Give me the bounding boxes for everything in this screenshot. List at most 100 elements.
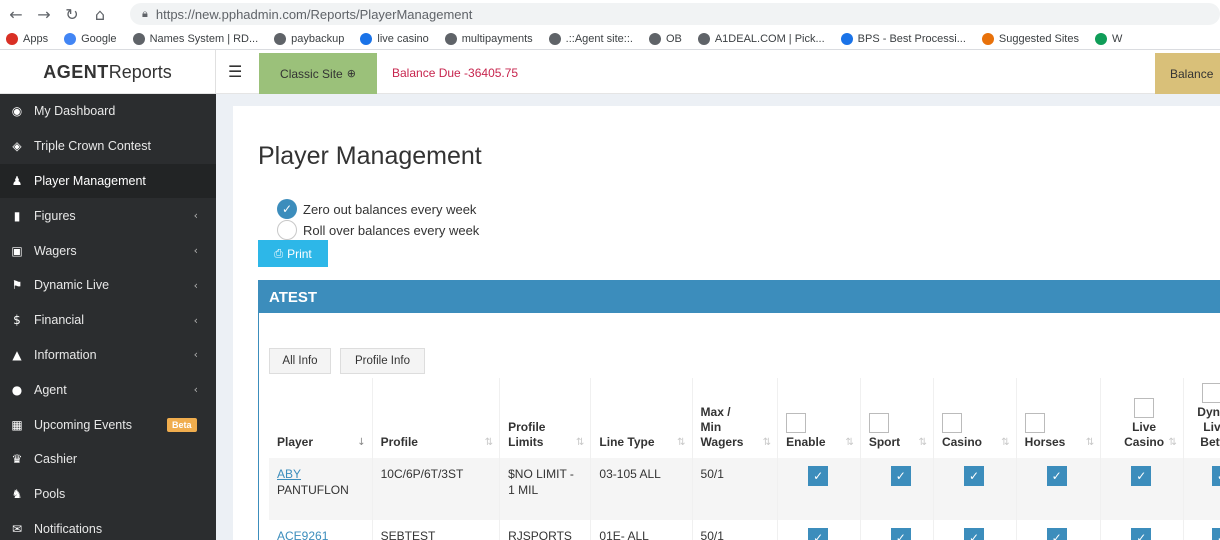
sidebar-item-cashier[interactable]: ♛ Cashier xyxy=(0,442,216,477)
sort-icon[interactable]: ⇅ xyxy=(763,435,771,450)
sidebar-item-dynamic-live[interactable]: ⚑ Dynamic Live ‹ xyxy=(0,268,216,303)
header-profile[interactable]: Profile ⇅ xyxy=(372,378,501,458)
bookmark-item[interactable]: live casino xyxy=(360,32,429,45)
all-info-button[interactable]: All Info xyxy=(269,348,331,374)
bookmark-label: Suggested Sites xyxy=(998,32,1079,45)
bookmarks-bar: Apps Google Names System | RD... paybackup l… xyxy=(0,28,1220,50)
header-enable[interactable]: Enable ⇅ xyxy=(777,378,861,458)
header-dynamic-live[interactable]: DynaLivBett xyxy=(1183,378,1220,458)
bookmark-item[interactable]: paybackup xyxy=(274,32,345,45)
table-row: ABY PANTUFLON 10C/6P/6T/3ST $NO LIMIT - 1 … xyxy=(269,458,1220,520)
radio-zero-label: Zero out balances every week xyxy=(303,201,477,217)
profile-info-button[interactable]: Profile Info xyxy=(340,348,425,374)
sort-asc-icon[interactable]: ↓ xyxy=(357,435,365,450)
sport-checkbox-checked[interactable]: ✓ xyxy=(890,528,911,540)
sidebar-item-agent[interactable]: ● Agent ‹ xyxy=(0,372,216,407)
select-all-enable-checkbox[interactable] xyxy=(786,413,807,433)
balance-button[interactable]: Balance xyxy=(1155,53,1220,94)
sidebar-item-my-dashboard[interactable]: ◉ My Dashboard xyxy=(0,94,216,129)
back-arrow-icon[interactable]: ← xyxy=(4,2,28,26)
address-bar[interactable]: 🔒︎ https://new.pphadmin.com/Reports/Play… xyxy=(130,3,1220,25)
enable-checkbox-checked[interactable]: ✓ xyxy=(808,528,829,540)
bookmark-favicon-icon xyxy=(548,32,561,45)
sidebar-item-player-management[interactable]: ♟ Player Management xyxy=(0,163,216,199)
sidebar-item-label: My Dashboard xyxy=(34,104,116,119)
bookmark-favicon-icon xyxy=(132,32,145,45)
bookmark-item[interactable]: BPS - Best Processi... xyxy=(840,32,966,45)
header-profile-limits[interactable]: Profile Limits ⇅ xyxy=(499,378,592,458)
bookmark-label: paybackup xyxy=(291,32,345,45)
bookmark-item[interactable]: Suggested Sites xyxy=(981,32,1079,45)
player-link[interactable]: ABY xyxy=(277,467,301,481)
select-all-sport-checkbox[interactable] xyxy=(868,413,889,433)
player-link[interactable]: ACE9261 xyxy=(277,529,328,540)
select-all-horses-checkbox[interactable] xyxy=(1024,413,1045,433)
sidebar-item-information[interactable]: ▲ Information ‹ xyxy=(0,338,216,373)
radio-unchecked-icon[interactable] xyxy=(277,220,297,240)
sort-icon[interactable]: ⇅ xyxy=(1169,435,1177,450)
sort-icon[interactable]: ⇅ xyxy=(845,435,853,450)
live-casino-checkbox-checked[interactable]: ✓ xyxy=(1131,528,1152,540)
sidebar-item-wagers[interactable]: ▣ Wagers ‹ xyxy=(0,233,216,268)
sort-icon[interactable]: ⇅ xyxy=(677,435,685,450)
diamond-icon: ◈ xyxy=(12,139,22,154)
header-player[interactable]: Player ↓ xyxy=(269,378,373,458)
logo[interactable]: AGENT Reports xyxy=(0,50,216,94)
select-all-casino-checkbox[interactable] xyxy=(941,413,962,433)
header-casino[interactable]: Casino ⇅ xyxy=(933,378,1017,458)
sidebar-item-financial[interactable]: $ Financial ‹ xyxy=(0,303,216,338)
select-all-live-casino-checkbox[interactable] xyxy=(1134,398,1155,418)
sort-icon[interactable]: ⇅ xyxy=(1001,435,1009,450)
chevron-left-icon: ‹ xyxy=(193,278,198,292)
cell-horses: ✓ xyxy=(1016,520,1102,540)
sidebar-item-pools[interactable]: ♞ Pools xyxy=(0,477,216,512)
horses-checkbox-checked[interactable]: ✓ xyxy=(1046,528,1067,540)
print-button[interactable]: ⎙ Print xyxy=(258,240,328,267)
dynamic-checkbox-checked[interactable]: ✓ xyxy=(1211,528,1220,540)
select-all-dynamic-checkbox[interactable] xyxy=(1201,383,1220,403)
reload-icon[interactable]: ↻ xyxy=(60,2,84,26)
bookmark-label: W xyxy=(1112,32,1123,45)
sidebar-item-notifications[interactable]: ✉ Notifications xyxy=(0,512,216,540)
radio-roll-over[interactable]: Roll over balances every week xyxy=(277,220,479,240)
header-live-line1: Live xyxy=(1132,420,1157,434)
hamburger-menu-icon[interactable]: ☰ xyxy=(228,62,242,81)
radio-checked-icon[interactable]: ✓ xyxy=(277,199,297,219)
sort-icon[interactable]: ⇅ xyxy=(485,435,493,450)
bar-chart-icon: ▮ xyxy=(13,208,21,223)
sport-checkbox-checked[interactable]: ✓ xyxy=(890,466,911,486)
header-sport[interactable]: Sport ⇅ xyxy=(860,378,934,458)
bookmark-item[interactable]: Names System | RD... xyxy=(132,32,258,45)
bookmark-item[interactable]: Apps xyxy=(6,32,48,45)
sidebar-item-triple-crown-contest[interactable]: ◈ Triple Crown Contest xyxy=(0,129,216,164)
bookmark-item[interactable]: A1DEAL.COM | Pick... xyxy=(697,32,825,45)
sidebar-item-figures[interactable]: ▮ Figures ‹ xyxy=(0,198,216,233)
sort-icon[interactable]: ⇅ xyxy=(919,435,927,450)
balance-due-text: Balance Due -36405.75 xyxy=(392,66,519,80)
sort-icon[interactable]: ⇅ xyxy=(576,435,584,450)
forward-arrow-icon[interactable]: → xyxy=(32,2,56,26)
dynamic-checkbox-checked[interactable]: ✓ xyxy=(1211,466,1220,486)
bookmark-item[interactable]: Google xyxy=(64,32,117,45)
bookmark-item[interactable]: multipayments xyxy=(444,32,533,45)
enable-checkbox-checked[interactable]: ✓ xyxy=(808,466,829,486)
sort-icon[interactable]: ⇅ xyxy=(1086,435,1094,450)
sidebar-item-upcoming-events[interactable]: ▦ Upcoming Events Beta xyxy=(0,407,216,442)
horses-checkbox-checked[interactable]: ✓ xyxy=(1046,466,1067,486)
live-casino-checkbox-checked[interactable]: ✓ xyxy=(1131,466,1152,486)
header-horses[interactable]: Horses ⇅ xyxy=(1016,378,1102,458)
header-max-min-wagers[interactable]: Max / Min Wagers ⇅ xyxy=(692,378,779,458)
classic-site-button[interactable]: Classic Site ⊕ xyxy=(259,53,377,94)
home-icon[interactable]: ⌂ xyxy=(88,2,112,26)
casino-checkbox-checked[interactable]: ✓ xyxy=(963,528,984,540)
radio-zero-out[interactable]: ✓ Zero out balances every week xyxy=(277,199,476,219)
bookmark-item[interactable]: .::Agent site::. xyxy=(548,32,633,45)
header-player-label: Player xyxy=(277,435,314,449)
casino-checkbox-checked[interactable]: ✓ xyxy=(963,466,984,486)
bookmark-item[interactable]: OB xyxy=(648,32,682,45)
header-line-type[interactable]: Line Type ⇅ xyxy=(590,378,693,458)
bookmark-favicon-icon xyxy=(697,32,710,45)
header-live-casino[interactable]: Live Casino ⇅ xyxy=(1100,378,1184,458)
sidebar-item-label: Triple Crown Contest xyxy=(34,139,151,154)
bookmark-item[interactable]: W xyxy=(1095,32,1123,45)
